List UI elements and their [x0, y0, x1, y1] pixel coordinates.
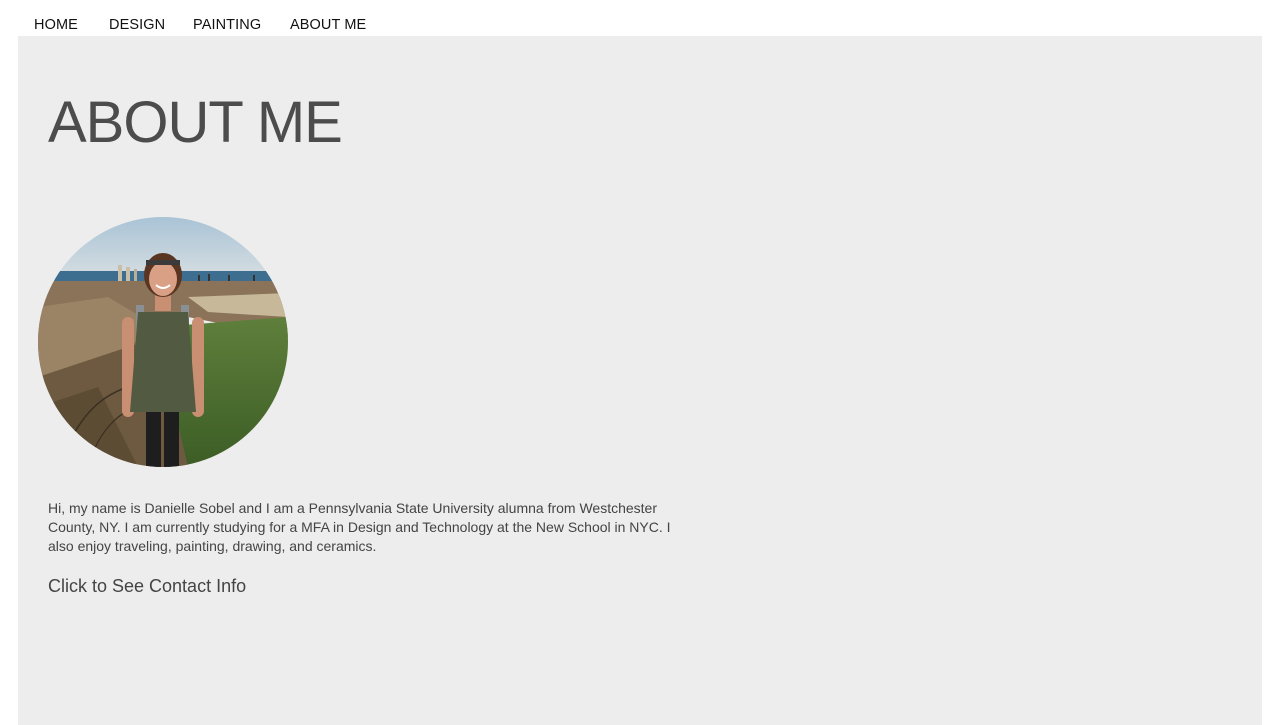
nav-item-about-me[interactable]: ABOUT ME [290, 17, 366, 33]
page-title: ABOUT ME [48, 90, 343, 155]
nav-item-design[interactable]: DESIGN [109, 17, 165, 33]
contact-info-link[interactable]: Click to See Contact Info [48, 576, 246, 597]
content-panel: ABOUT ME Hi, my name is Danielle Sobel a… [18, 36, 1262, 725]
nav-item-home[interactable]: HOME [34, 17, 78, 33]
profile-photo [38, 217, 288, 467]
nav-item-painting[interactable]: PAINTING [193, 17, 261, 33]
bio-text: Hi, my name is Danielle Sobel and I am a… [48, 500, 671, 554]
top-nav: HOME DESIGN PAINTING ABOUT ME [0, 0, 1280, 36]
